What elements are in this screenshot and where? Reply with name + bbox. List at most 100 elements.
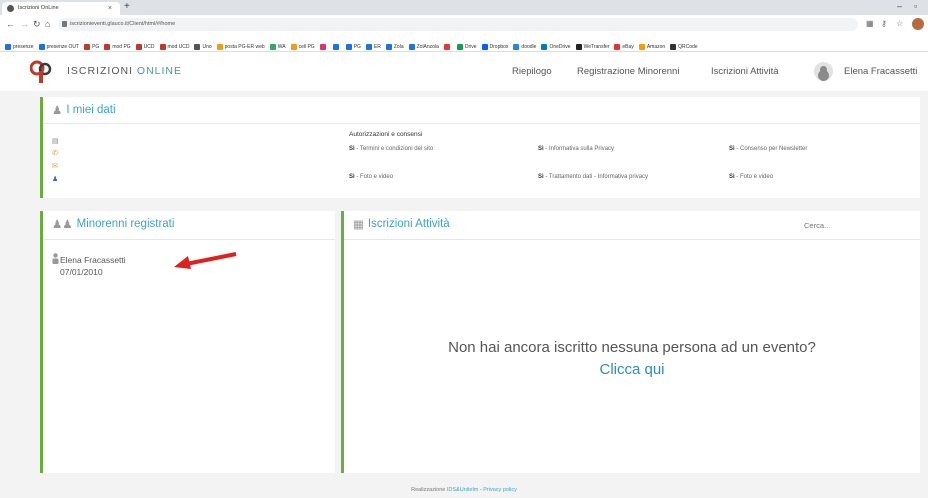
consent-item: Sì - Trattamento dati - Informativa priv… (538, 174, 649, 180)
consent-item: Sì - Informativa sulla Privacy (538, 146, 615, 152)
bookmark-item[interactable]: presenze OUT (38, 39, 80, 51)
bookmark-item[interactable] (319, 39, 328, 51)
search-input[interactable] (804, 221, 914, 230)
bookmark-item[interactable] (443, 39, 452, 51)
bookmark-label: OneDrive (549, 44, 571, 50)
bookmark-icon (5, 43, 11, 50)
bookmark-icon (194, 43, 201, 50)
footer: Realizzazione IDS&Unitelm - Privacy poli… (0, 487, 928, 493)
bookmark-label: eBay (622, 44, 634, 50)
bookmark-item[interactable]: Zola (385, 39, 404, 51)
bookmark-icon (332, 43, 339, 50)
my-data-title: ♟ I miei dati (52, 103, 116, 117)
forward-icon[interactable]: → (20, 19, 29, 29)
bookmark-icon (614, 43, 621, 50)
home-icon[interactable]: ⌂ (45, 19, 50, 29)
tab-title: Iscrizioni OnLine (18, 5, 59, 11)
nav-iscrizioni-attivita[interactable]: Iscrizioni Attività (711, 66, 779, 77)
back-icon[interactable]: ← (6, 19, 15, 29)
bookmark-item[interactable]: posta PG-ER web (216, 39, 265, 51)
app-title-part2: ONLINE (136, 65, 183, 77)
bookmark-item[interactable]: Dropbox (481, 39, 509, 51)
users-icon: ♟♟ (52, 219, 73, 231)
close-tab-icon[interactable]: × (108, 2, 112, 15)
click-here-link[interactable]: Clicca qui (344, 361, 920, 378)
browser-tab[interactable]: Iscrizioni OnLine × (2, 2, 120, 15)
bookmark-icon (290, 43, 297, 50)
bookmark-item[interactable]: cell PG (290, 39, 315, 51)
bookmark-icon (443, 43, 450, 50)
bookmark-label: Zola (393, 44, 404, 50)
bookmark-item[interactable]: mod UCD (159, 39, 189, 51)
bookmark-icon (638, 43, 645, 50)
minimize-icon[interactable]: – (897, 1, 902, 11)
bookmark-label: ZolAnzola (416, 44, 439, 50)
divider (43, 239, 335, 240)
bookmark-item[interactable]: Drive (456, 39, 477, 51)
bookmark-item[interactable]: presenze (5, 39, 34, 51)
bookmark-label: Drive (464, 44, 477, 50)
family-icon: ♟ (52, 176, 59, 183)
minor-birthdate: 07/01/2010 (60, 267, 103, 277)
translate-icon[interactable]: ▦ (866, 19, 874, 28)
consent-item: Sì - Foto e video (729, 174, 774, 180)
bookmark-label: Uno (202, 44, 212, 50)
privacy-link[interactable]: Privacy policy (483, 487, 517, 493)
bookmark-item[interactable]: Uno (194, 39, 212, 51)
bookmarks-bar: presenze presenze OUT PG mod PG UCD mod UCD Un… (0, 35, 928, 52)
user-avatar[interactable] (814, 62, 833, 81)
bookmark-icon (104, 43, 111, 50)
bookmark-icon (345, 43, 352, 50)
logo[interactable] (30, 59, 52, 83)
minor-name[interactable]: Elena Fracassetti (60, 255, 126, 265)
bookmark-item[interactable]: OneDrive (541, 39, 571, 51)
star-icon[interactable]: ☆ (896, 19, 903, 28)
app-title-part1: ISCRIZIONI (67, 65, 137, 77)
bookmark-item[interactable]: mod PG (104, 39, 131, 51)
browser-chrome: Iscrizioni OnLine × + – ▫ ← → ↻ ⌂ iscriz… (0, 0, 928, 53)
bookmark-item[interactable]: PG (345, 39, 361, 51)
bookmark-label: presenze OUT (46, 44, 80, 50)
bookmark-icon (84, 43, 91, 50)
new-tab-button[interactable]: + (124, 1, 130, 12)
nav-registrazione-minorenni[interactable]: Registrazione Minorenni (577, 66, 679, 77)
restore-icon[interactable]: ▫ (914, 1, 917, 11)
bookmark-label: doodle (521, 44, 537, 50)
bookmark-item[interactable]: QRCode (670, 39, 698, 51)
bookmark-item[interactable]: ER (365, 39, 381, 51)
bookmark-label: PG (353, 44, 361, 50)
key-icon[interactable]: ⚷ (881, 19, 887, 28)
empty-message: Non hai ancora iscritto nessuna persona … (448, 339, 816, 356)
bookmark-item[interactable]: PG (84, 39, 99, 51)
my-data-panel: ♟ I miei dati ▤ ✆ ✉ ♟ Autorizzazioni e co… (40, 97, 920, 198)
bookmark-label: QRCode (678, 44, 698, 50)
url-text: iscrizionieventi.glauco.it/Client/html/#… (70, 21, 176, 27)
bookmark-icon (385, 43, 392, 50)
bookmark-icon (541, 43, 548, 50)
bookmark-label: Dropbox (489, 44, 509, 50)
bookmark-icon (670, 43, 677, 50)
bookmark-item[interactable]: WA (269, 39, 286, 51)
divider (43, 123, 920, 124)
bookmark-item[interactable]: WeTransfer (575, 39, 609, 51)
bookmark-item[interactable]: ZolAnzola (408, 39, 439, 51)
profile-avatar[interactable] (912, 18, 924, 30)
bookmark-item[interactable]: UCD (135, 39, 155, 51)
url-input[interactable]: iscrizionieventi.glauco.it/Client/html/#… (58, 18, 858, 31)
bookmark-item[interactable] (332, 39, 341, 51)
bookmark-icon (269, 43, 276, 50)
bookmark-item[interactable]: eBay (614, 39, 634, 51)
activities-panel: ▦Iscrizioni Attività Non hai ancora iscr… (341, 211, 920, 473)
bookmark-item[interactable]: Amazon (638, 39, 665, 51)
minors-title-text: Minorenni registrati (76, 218, 175, 231)
company-link[interactable]: IDS&Unitelm (447, 487, 478, 493)
divider (344, 239, 920, 240)
tab-strip: Iscrizioni OnLine × + – ▫ (0, 0, 928, 15)
nav-riepilogo[interactable]: Riepilogo (512, 66, 552, 77)
mail-icon: ✉ (52, 163, 58, 170)
reload-icon[interactable]: ↻ (33, 19, 41, 30)
bookmark-item[interactable]: doodle (513, 39, 537, 51)
bookmark-icon (38, 43, 45, 50)
person-icon (52, 253, 59, 264)
user-name[interactable]: Elena Fracassetti (844, 66, 917, 77)
